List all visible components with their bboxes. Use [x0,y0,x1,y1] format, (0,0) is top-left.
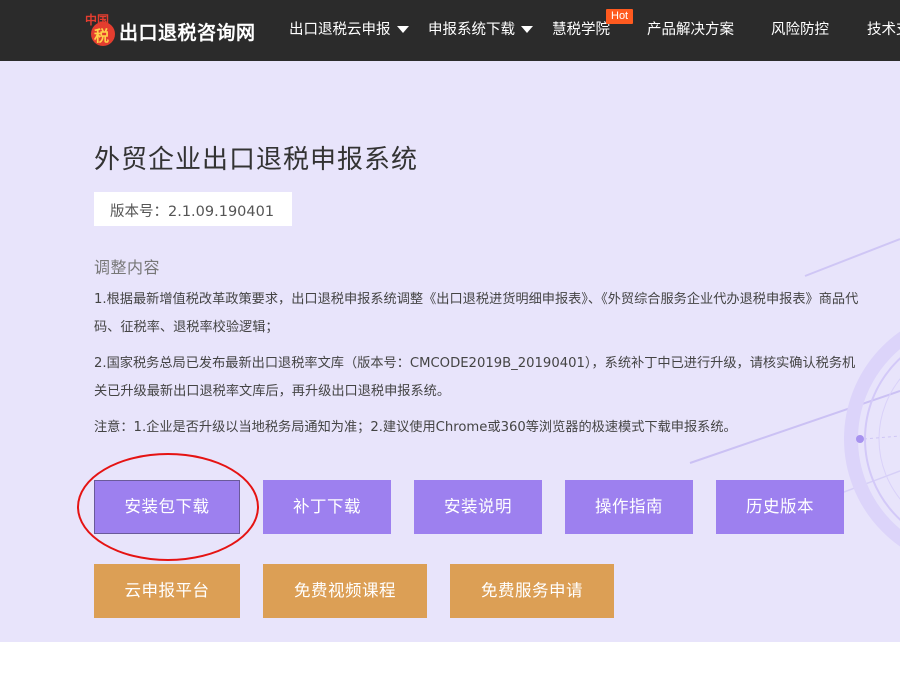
nav-item-label: 申报系统下载 [428,22,515,38]
version-history-button[interactable]: 历史版本 [716,480,844,534]
site-logo[interactable]: 中国 税 出口退税咨询网 [83,8,263,52]
install-package-download-button[interactable]: 安装包下载 [94,480,240,534]
download-hero-section: 外贸企业出口退税申报系统 版本号：2.1.09.190401 调整内容 1.根据… [0,61,900,642]
nav-item-label: 产品解决方案 [647,22,734,38]
nav-item-product-solutions[interactable]: 产品解决方案 [647,0,734,61]
patch-download-button[interactable]: 补丁下载 [263,480,391,534]
nav-item-tech-support[interactable]: 技术支持 [867,0,900,61]
logo-mark-line1: 中国 [85,12,109,27]
changelog-item: 2.国家税务总局已发布最新出口退税率文库（版本号：CMCODE2019B_201… [94,356,856,399]
version-badge: 版本号：2.1.09.190401 [94,192,292,226]
china-tax-logo-icon: 中国 税 [85,12,115,46]
operation-guide-button[interactable]: 操作指南 [565,480,693,534]
free-service-application-button[interactable]: 免费服务申请 [450,564,614,618]
logo-mark-line2: 税 [94,27,109,45]
free-video-course-button[interactable]: 免费视频课程 [263,564,427,618]
nav-item-label: 技术支持 [867,22,900,38]
nav-item-label: 慧税学院 [552,22,610,38]
nav-item-risk-control[interactable]: 风险防控 [771,0,829,61]
notice-text: 注意：1.企业是否升级以当地税务局通知为准；2.建议使用Chrome或360等浏… [94,420,737,435]
nav-item-system-download[interactable]: 申报系统下载 [428,0,533,61]
hot-badge: Hot [606,9,634,24]
page-title: 外贸企业出口退税申报系统 [94,145,419,175]
top-navigation-bar: 中国 税 出口退税咨询网 出口退税云申报 申报系统下载 慧税学院 Hot 产品解… [0,0,900,61]
install-guide-button[interactable]: 安装说明 [414,480,542,534]
changelog-heading: 调整内容 [94,258,161,277]
chevron-down-icon [396,25,409,33]
site-name: 出口退税咨询网 [119,22,256,44]
changelog-item: 1.根据最新增值税改革政策要求，出口退税申报系统调整《出口退税进货明细申报表》、… [94,292,859,335]
nav-item-label: 出口退税云申报 [289,22,391,38]
nav-item-tax-academy[interactable]: 慧税学院 [552,0,610,61]
nav-item-cloud-declaration[interactable]: 出口退税云申报 [289,0,409,61]
nav-item-label: 风险防控 [771,22,829,38]
cloud-declaration-platform-button[interactable]: 云申报平台 [94,564,240,618]
chevron-down-icon [521,25,533,33]
version-label: 版本号：2.1.09.190401 [110,204,275,220]
